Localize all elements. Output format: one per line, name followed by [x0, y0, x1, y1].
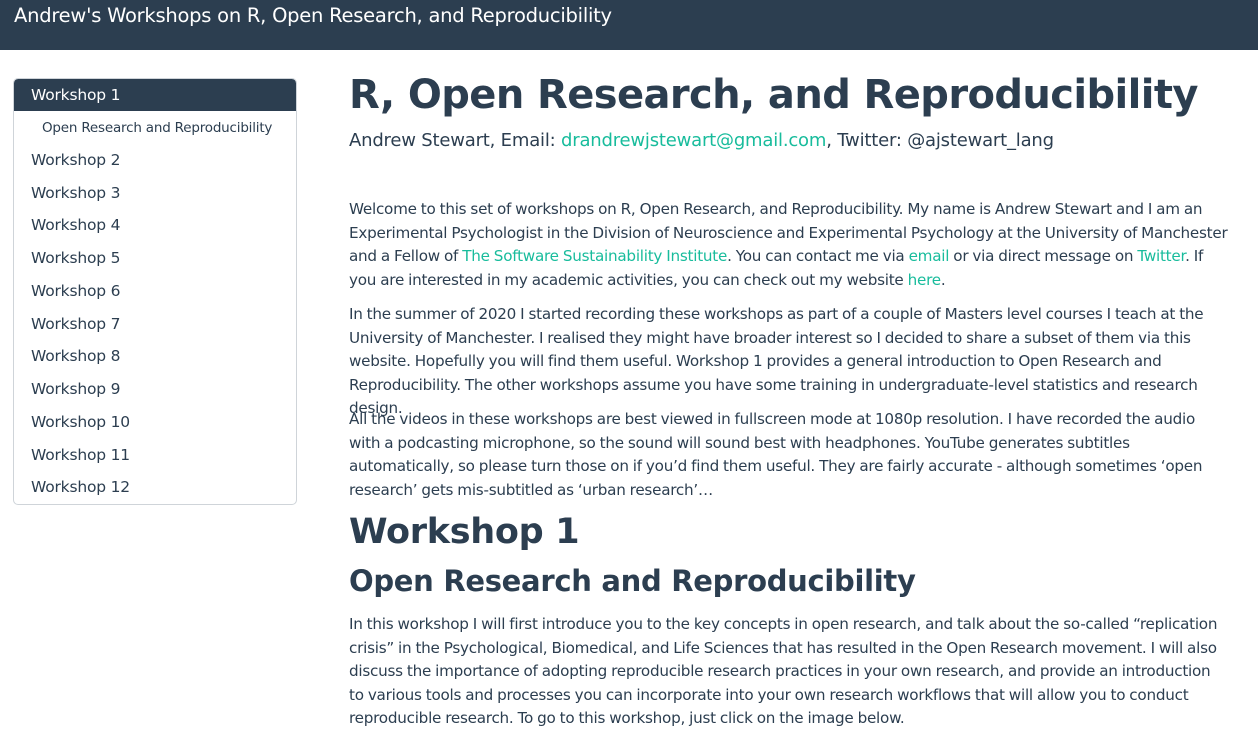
- toc-item-workshop-9[interactable]: Workshop 9: [14, 373, 296, 405]
- page-title: R, Open Research, and Reproducibility: [349, 72, 1198, 118]
- toc-item-workshop-10[interactable]: Workshop 10: [14, 406, 296, 438]
- intro-text-e: .: [940, 270, 946, 289]
- toc-item-workshop-2[interactable]: Workshop 2: [14, 144, 296, 176]
- toc-item-workshop-8[interactable]: Workshop 8: [14, 340, 296, 372]
- contact-email-link[interactable]: email: [909, 247, 950, 265]
- toc-item-workshop-3[interactable]: Workshop 3: [14, 177, 296, 209]
- toc-item-workshop-11[interactable]: Workshop 11: [14, 439, 296, 471]
- toc-subitem-open-research[interactable]: Open Research and Reproducibility: [14, 113, 296, 143]
- toc-item-workshop-1[interactable]: Workshop 1: [14, 79, 296, 111]
- toc-item-workshop-7[interactable]: Workshop 7: [14, 308, 296, 340]
- site-title[interactable]: Andrew's Workshops on R, Open Research, …: [14, 4, 612, 27]
- background-paragraph: In the summer of 2020 I started recordin…: [349, 305, 1204, 417]
- email-link[interactable]: drandrewjstewart@gmail.com: [561, 130, 826, 151]
- workshop-subheading: Open Research and Reproducibility: [349, 564, 916, 598]
- intro-text-b: . You can contact me via: [727, 247, 909, 265]
- website-link[interactable]: here: [908, 271, 941, 289]
- intro-text-c: or via direct message on: [949, 247, 1138, 265]
- navbar: Andrew's Workshops on R, Open Research, …: [0, 0, 1258, 50]
- toc-item-workshop-4[interactable]: Workshop 4: [14, 209, 296, 241]
- author-suffix: , Twitter: @ajstewart_lang: [826, 130, 1054, 151]
- intro-paragraph: Welcome to this set of workshops on R, O…: [349, 198, 1229, 292]
- workshop-description: In this workshop I will first introduce …: [349, 615, 1218, 727]
- toc-item-workshop-5[interactable]: Workshop 5: [14, 242, 296, 274]
- toc-item-workshop-12[interactable]: Workshop 12: [14, 471, 296, 503]
- ssi-link[interactable]: The Software Sustainability Institute: [462, 247, 727, 265]
- author-prefix: Andrew Stewart, Email:: [349, 130, 562, 151]
- twitter-link[interactable]: Twitter: [1137, 247, 1185, 265]
- workshop-heading: Workshop 1: [349, 512, 580, 552]
- author-line: Andrew Stewart, Email: drandrewjstewart@…: [349, 130, 1054, 151]
- table-of-contents: Workshop 1 Open Research and Reproducibi…: [13, 78, 297, 505]
- video-info-paragraph: All the videos in these workshops are be…: [349, 410, 1203, 499]
- toc-item-workshop-6[interactable]: Workshop 6: [14, 275, 296, 307]
